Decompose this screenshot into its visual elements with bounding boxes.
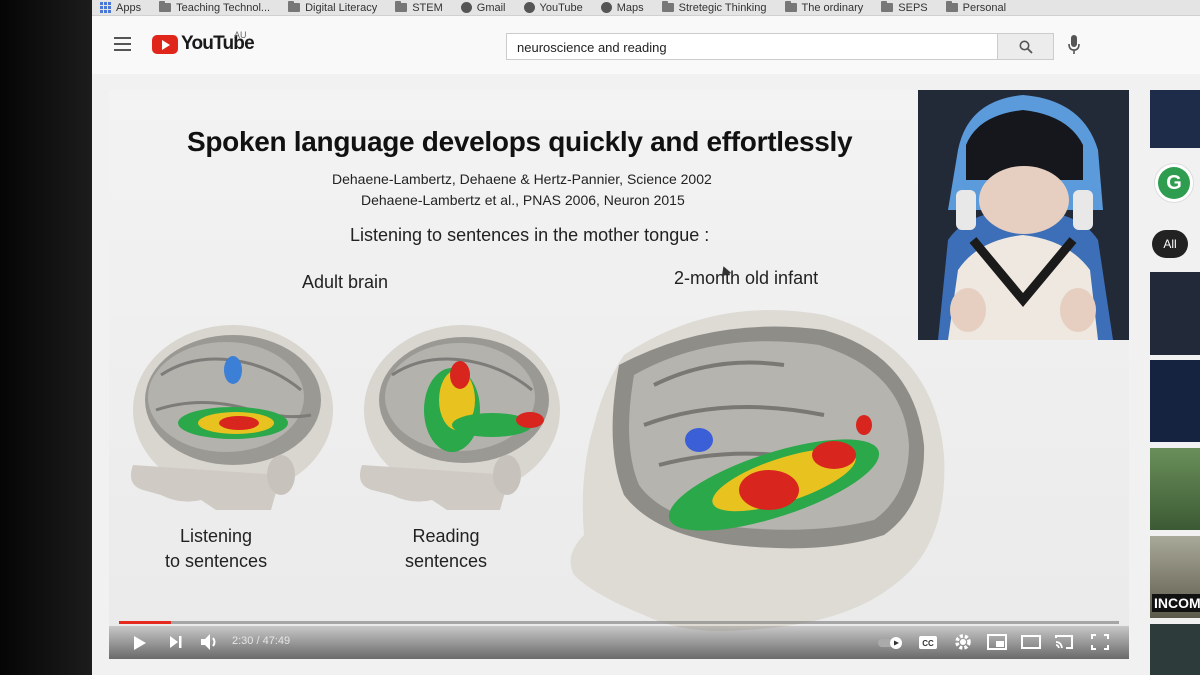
theater-mode-icon[interactable] xyxy=(1021,635,1041,649)
adult-brain-listening-image xyxy=(130,325,333,510)
slide-title: Spoken language develops quickly and eff… xyxy=(187,126,853,157)
listening-caption: Listening to sentences xyxy=(165,524,267,574)
bookmark-item[interactable]: SEPS xyxy=(881,1,928,14)
grammarly-letter: G xyxy=(1158,167,1190,199)
next-icon[interactable] xyxy=(169,635,183,649)
folder-icon xyxy=(945,1,958,12)
slide-subtitle: Listening to sentences in the mother ton… xyxy=(350,225,710,245)
bookmark-label: Maps xyxy=(616,1,644,14)
svg-text:CC: CC xyxy=(922,639,934,648)
bookmark-item[interactable]: Maps xyxy=(600,1,644,14)
bookmark-label: Gmail xyxy=(476,1,506,14)
bookmark-item[interactable]: Apps xyxy=(100,2,141,14)
autoplay-toggle-icon[interactable] xyxy=(877,636,905,650)
time-display: 2:30 / 47:49 xyxy=(232,635,291,647)
bookmark-item[interactable]: Gmail xyxy=(460,1,506,14)
bookmark-item[interactable]: Personal xyxy=(945,1,1007,14)
reading-caption-line2: sentences xyxy=(405,551,488,571)
bookmark-item[interactable]: Digital Literacy xyxy=(288,1,378,14)
adult-brain-reading-image xyxy=(359,325,560,510)
captions-icon[interactable]: CC xyxy=(918,635,938,650)
folder-icon xyxy=(881,1,894,12)
bookmark-label: Apps xyxy=(116,1,142,14)
bookmark-item[interactable]: YouTube xyxy=(523,1,583,14)
play-icon[interactable] xyxy=(133,635,147,651)
sidebar-thumbnail[interactable] xyxy=(1150,90,1200,148)
bookmark-item[interactable]: The ordinary xyxy=(784,1,864,14)
sidebar-thumbnail[interactable] xyxy=(1150,624,1200,675)
bookmark-label: Teaching Technol... xyxy=(176,1,271,14)
bookmark-label: Personal xyxy=(962,1,1007,14)
filter-chip-all[interactable]: All xyxy=(1152,230,1188,258)
bookmark-label: SEPS xyxy=(898,1,928,14)
sidebar-thumbnail[interactable] xyxy=(1150,448,1200,530)
folder-icon xyxy=(395,1,408,12)
bookmark-item[interactable]: Stretegic Thinking xyxy=(661,1,767,14)
search-input[interactable]: neuroscience and reading xyxy=(506,33,998,60)
video-frame-slide: Spoken language develops quickly and eff… xyxy=(109,90,1129,659)
settings-gear-icon[interactable] xyxy=(954,633,972,651)
folder-icon xyxy=(784,1,797,12)
cast-icon[interactable] xyxy=(1054,634,1074,650)
player-controls: 2:30 / 47:49 CC xyxy=(109,626,1129,659)
miniplayer-icon[interactable] xyxy=(987,634,1007,650)
grammarly-avatar[interactable]: G xyxy=(1154,163,1194,203)
fullscreen-icon[interactable] xyxy=(1091,634,1109,650)
volume-icon[interactable] xyxy=(199,632,219,652)
infant-label: 2-month old infant xyxy=(674,268,819,288)
progress-played xyxy=(119,621,171,624)
sidebar-thumbnail[interactable] xyxy=(1150,360,1200,442)
listening-caption-line1: Listening xyxy=(180,526,253,546)
menu-icon[interactable] xyxy=(114,37,131,51)
globe-icon xyxy=(600,2,612,13)
folder-icon xyxy=(661,1,674,12)
sidebar-thumbnail[interactable]: INCOM xyxy=(1150,536,1200,618)
bookmark-item[interactable]: STEM xyxy=(395,1,443,14)
youtube-header: YouTube AU neuroscience and reading xyxy=(92,16,1200,74)
globe-icon xyxy=(523,2,535,13)
monitor-bezel xyxy=(0,0,92,675)
sidebar-thumbnail-text: INCOM xyxy=(1152,594,1200,612)
search-button[interactable] xyxy=(998,33,1054,60)
bookmark-label: Digital Literacy xyxy=(305,1,378,14)
folder-icon xyxy=(159,1,172,12)
bookmark-item[interactable]: Teaching Technol... xyxy=(159,1,271,14)
reading-caption-line1: Reading xyxy=(412,526,480,546)
listening-caption-line2: to sentences xyxy=(165,551,268,571)
reading-caption: Reading sentences xyxy=(405,524,487,574)
sidebar-thumbnail[interactable] xyxy=(1150,272,1200,355)
slide-citation-2: Dehaene-Lambertz et al., PNAS 2006, Neur… xyxy=(361,192,685,208)
region-label: AU xyxy=(234,30,247,40)
infant-brain-image xyxy=(570,310,945,631)
folder-icon xyxy=(288,1,301,12)
bookmarks-bar: Apps Teaching Technol... Digital Literacy S… xyxy=(92,0,1200,16)
globe-icon xyxy=(460,2,472,13)
adult-brain-label: Adult brain xyxy=(302,272,389,292)
slide-citation-1: Dehaene-Lambertz, Dehaene & Hertz-Pannie… xyxy=(332,171,712,187)
youtube-play-icon xyxy=(152,34,178,54)
bookmark-label: Stretegic Thinking xyxy=(678,1,767,14)
apps-grid-icon xyxy=(100,2,111,13)
microphone-icon[interactable] xyxy=(1068,35,1080,55)
infant-eeg-photo xyxy=(918,90,1129,340)
bookmark-label: YouTube xyxy=(539,1,583,14)
video-player[interactable]: Spoken language develops quickly and eff… xyxy=(109,90,1129,659)
bookmark-label: The ordinary xyxy=(801,1,864,14)
search-icon xyxy=(1019,40,1033,54)
progress-bar[interactable] xyxy=(119,621,1119,624)
bookmark-label: STEM xyxy=(412,1,443,14)
